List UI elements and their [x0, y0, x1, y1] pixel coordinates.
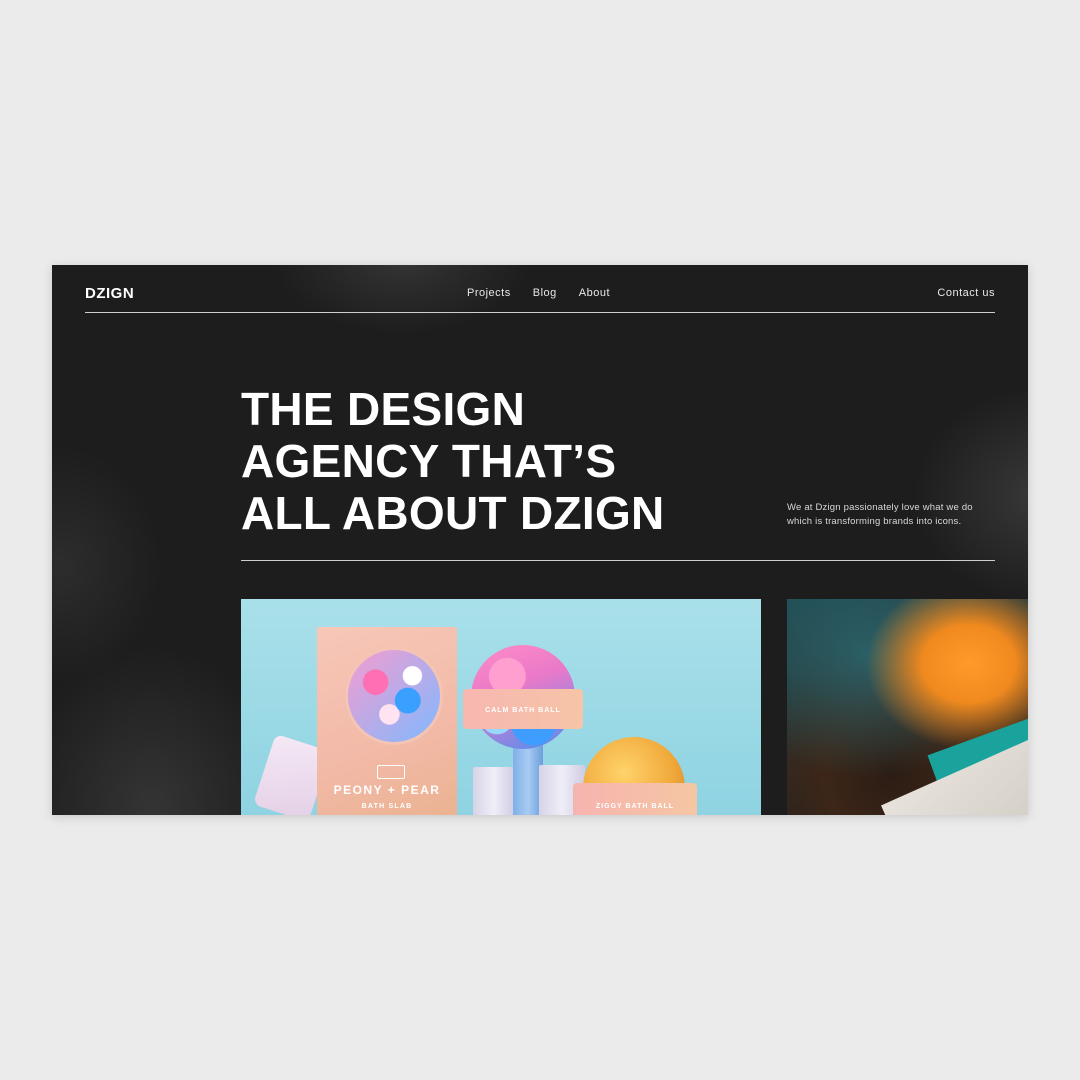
box-title: PEONY + PEAR	[333, 783, 441, 797]
nav-item-blog[interactable]: Blog	[533, 287, 557, 299]
hero-tagline: We at Dzign passionately love what we do…	[787, 502, 973, 527]
pedestal	[473, 767, 515, 815]
hero-headline: THE DESIGN AGENCY THAT’S ALL ABOUT DZIGN	[241, 383, 761, 539]
nav-item-about[interactable]: About	[579, 287, 610, 299]
nav-item-projects[interactable]: Projects	[467, 287, 511, 299]
header-divider	[85, 312, 995, 313]
background-glow	[52, 445, 162, 685]
headline-line: AGENCY THAT’S	[241, 435, 617, 487]
soap-icon	[377, 765, 405, 779]
background-glow	[912, 385, 1028, 605]
product-box: PEONY + PEAR BATH SLAB	[317, 627, 457, 815]
website-frame: DZIGN Projects Blog About Contact us THE…	[52, 265, 1028, 815]
main-nav: Projects Blog About	[467, 287, 610, 299]
headline-line: THE DESIGN	[241, 383, 526, 435]
contact-link[interactable]: Contact us	[937, 287, 995, 299]
box-window	[345, 647, 443, 745]
background-glow	[272, 265, 532, 335]
project-card-bath-products[interactable]: PEONY + PEAR BATH SLAB CALM BATH BALL ZI…	[241, 599, 761, 815]
bath-ball-label: CALM BATH BALL	[485, 707, 561, 714]
project-card-abstract[interactable]	[787, 599, 1028, 815]
site-logo[interactable]: DZIGN	[85, 285, 134, 302]
hero-divider	[241, 560, 995, 561]
headline-line: ALL ABOUT DZIGN	[241, 487, 665, 539]
bath-ball-label: ZIGGY BATH BALL	[595, 803, 675, 810]
box-subtitle: BATH SLAB	[361, 803, 413, 810]
bath-ball-band	[573, 783, 697, 815]
